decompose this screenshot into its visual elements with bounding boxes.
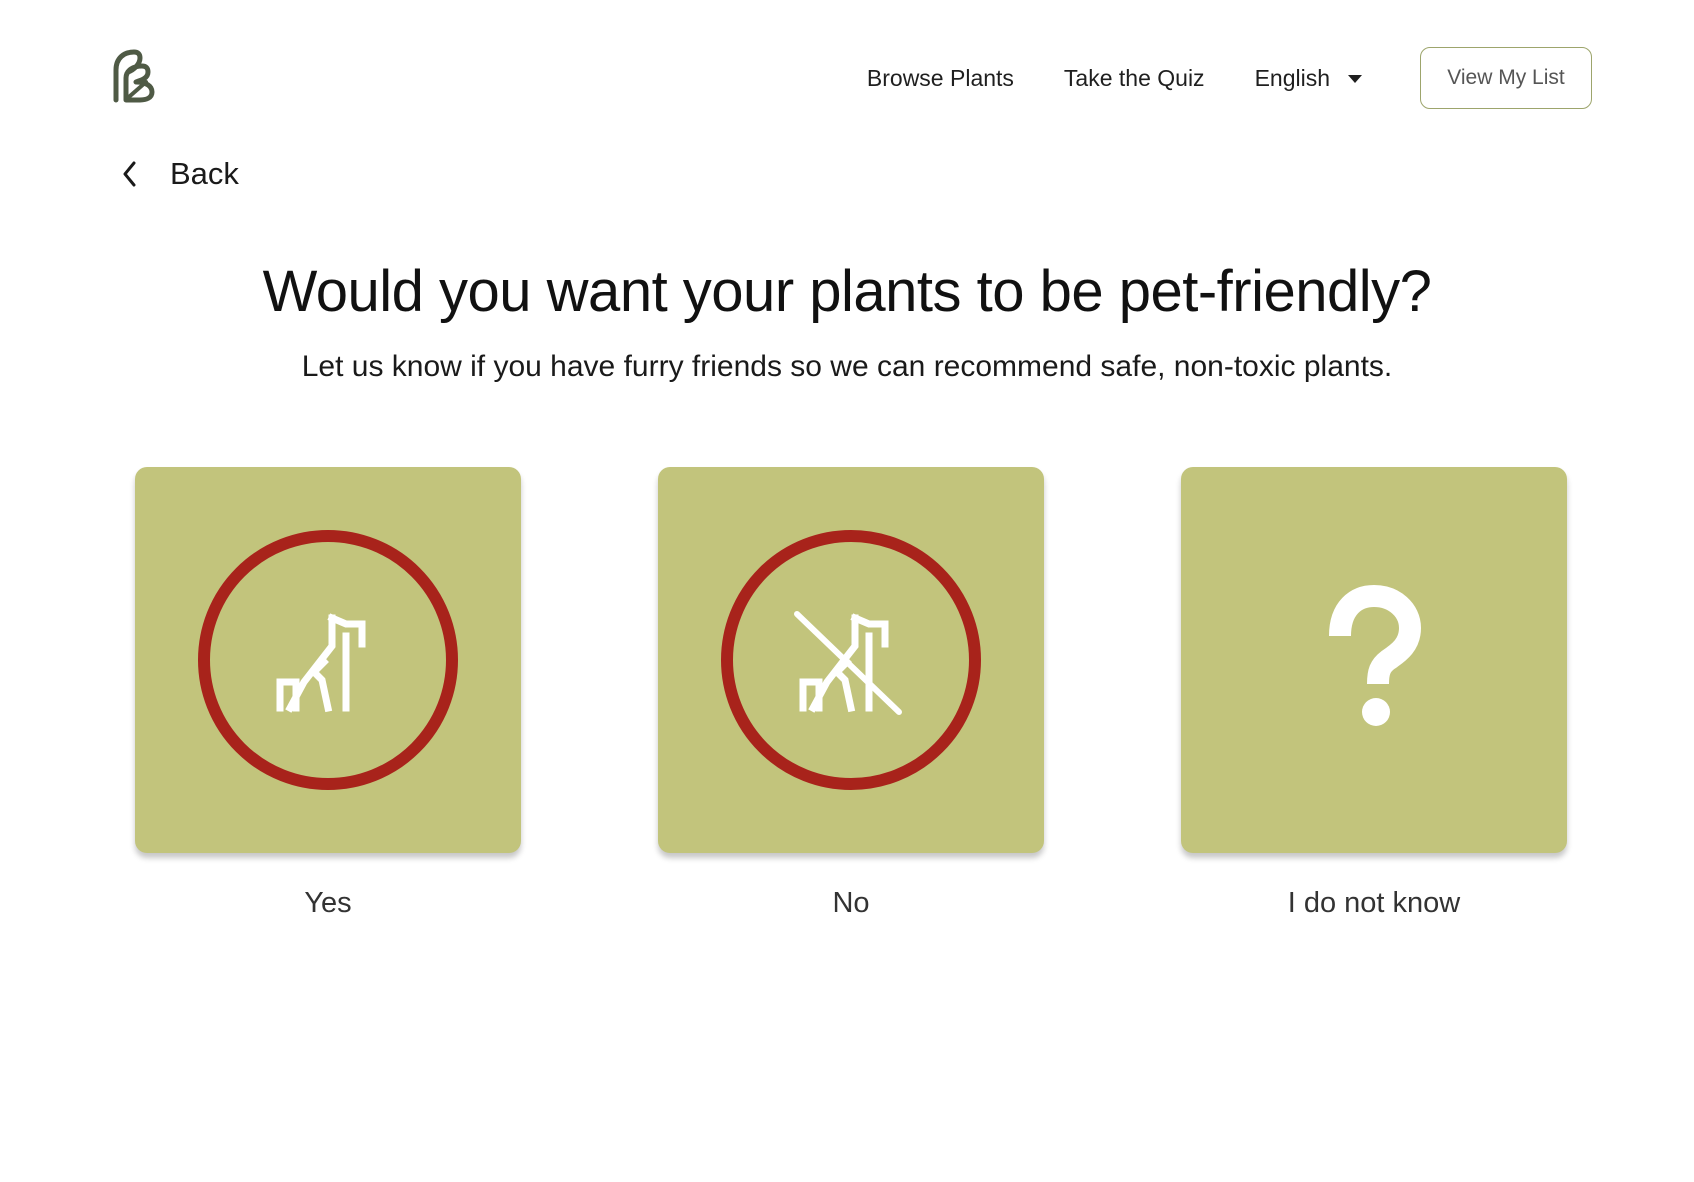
option-no[interactable]: No: [658, 467, 1044, 920]
option-card[interactable]: [658, 467, 1044, 853]
leaf-logo-icon[interactable]: [108, 48, 160, 104]
back-link[interactable]: Back: [120, 156, 239, 192]
view-my-list-button[interactable]: View My List: [1420, 47, 1592, 109]
top-nav: Browse Plants Take the Quiz English View…: [867, 46, 1592, 110]
no-pet-icon: [721, 530, 981, 790]
pet-icon: [198, 530, 458, 790]
nav-browse-plants[interactable]: Browse Plants: [867, 65, 1014, 92]
language-label: English: [1254, 64, 1330, 91]
chevron-left-icon: [123, 161, 136, 187]
caret-down-icon: [1348, 75, 1362, 83]
option-card[interactable]: [135, 467, 521, 853]
language-selector[interactable]: English: [1255, 65, 1362, 92]
quiz-page: Browse Plants Take the Quiz English View…: [0, 0, 1694, 1182]
option-label: No: [832, 887, 870, 919]
option-yes[interactable]: Yes: [135, 467, 521, 920]
option-do-not-know[interactable]: I do not know: [1181, 467, 1567, 920]
option-label: I do not know: [1287, 887, 1461, 919]
question-subtitle: Let us know if you have furry friends so…: [301, 350, 1393, 383]
back-label: Back: [170, 156, 239, 191]
option-label: Yes: [304, 887, 352, 919]
nav-take-quiz[interactable]: Take the Quiz: [1064, 65, 1205, 92]
question-mark-icon: [1329, 584, 1422, 726]
option-card[interactable]: [1181, 467, 1567, 853]
question-title: Would you want your plants to be pet-fri…: [262, 259, 1432, 324]
